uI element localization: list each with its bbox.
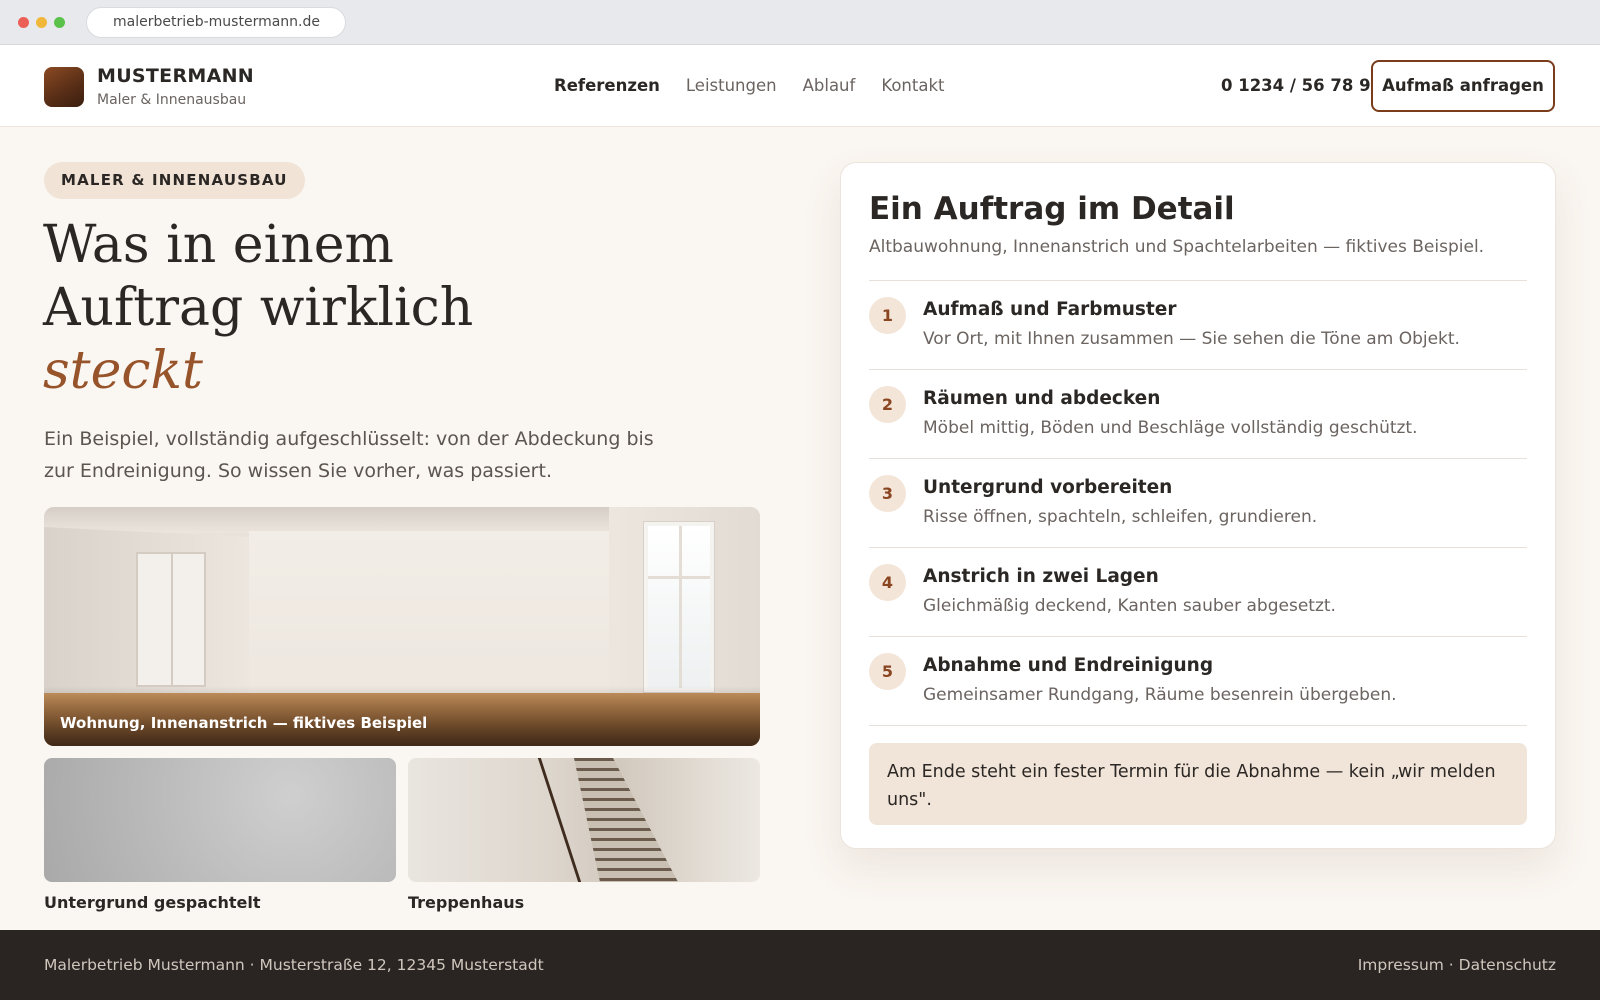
address-bar[interactable]: malerbetrieb-mustermann.de xyxy=(86,7,346,38)
browser-chrome: malerbetrieb-mustermann.de xyxy=(0,0,1600,45)
minimize-window-icon[interactable] xyxy=(36,17,47,28)
logo-icon[interactable] xyxy=(44,67,84,107)
main-photo-caption: Wohnung, Innenanstrich — fiktives Beispi… xyxy=(60,714,428,732)
hero-lede: Ein Beispiel, vollständig aufgeschlüssel… xyxy=(44,428,654,482)
category-pill: MALER & INNENAUSBAU xyxy=(44,162,305,199)
plaster-photo xyxy=(44,758,396,882)
card-subtitle: Altbauwohnung, Innenanstrich und Spachte… xyxy=(869,237,1485,257)
nav-item-referenzen[interactable]: Referenzen xyxy=(554,76,660,95)
close-window-icon[interactable] xyxy=(18,17,29,28)
room-door xyxy=(136,552,206,687)
impressum-link[interactable]: Impressum xyxy=(1358,956,1444,974)
step-item: 1 Aufmaß und Farbmuster Vor Ort, mit Ihn… xyxy=(869,281,1527,370)
project-detail-card: Ein Auftrag im Detail Altbauwohnung, Inn… xyxy=(840,162,1556,849)
main-project-photo: Wohnung, Innenanstrich — fiktives Beispi… xyxy=(44,507,760,746)
phone-number[interactable]: 0 1234 / 56 78 90 xyxy=(1221,76,1382,95)
stairwell-photo xyxy=(408,758,760,882)
step-item: 2 Räumen und abdecken Möbel mittig, Böde… xyxy=(869,370,1527,459)
headline-line-2: Auftrag wirklich xyxy=(43,278,474,338)
stairs-railing xyxy=(537,758,582,882)
footer-separator: · xyxy=(1443,956,1459,974)
step-number-badge: 2 xyxy=(869,386,906,423)
nav-item-kontakt[interactable]: Kontakt xyxy=(881,76,944,95)
step-title: Anstrich in zwei Lagen xyxy=(923,566,1159,587)
maximize-window-icon[interactable] xyxy=(54,17,65,28)
site-header: MUSTERMANN Maler & Innenausbau Referenze… xyxy=(0,45,1600,127)
step-title: Abnahme und Endreinigung xyxy=(923,655,1214,676)
step-number-badge: 4 xyxy=(869,564,906,601)
site-footer: Malerbetrieb Mustermann · Musterstraße 1… xyxy=(0,930,1600,1000)
headline-accent: steckt xyxy=(43,341,203,401)
step-description: Risse öffnen, spachteln, schleifen, grun… xyxy=(923,507,1318,527)
step-description: Möbel mittig, Böden und Beschläge vollst… xyxy=(923,418,1418,438)
footer-links: Impressum · Datenschutz xyxy=(1358,956,1556,974)
step-title: Räumen und abdecken xyxy=(923,388,1161,409)
brand-name[interactable]: MUSTERMANN xyxy=(97,65,254,87)
step-number-badge: 1 xyxy=(869,297,906,334)
step-number-badge: 3 xyxy=(869,475,906,512)
nav-item-ablauf[interactable]: Ablauf xyxy=(803,76,856,95)
closing-note: Am Ende steht ein fester Termin für die … xyxy=(869,743,1527,825)
datenschutz-link[interactable]: Datenschutz xyxy=(1459,956,1556,974)
step-item: 5 Abnahme und Endreinigung Gemeinsamer R… xyxy=(869,637,1527,726)
step-list: 1 Aufmaß und Farbmuster Vor Ort, mit Ihn… xyxy=(869,280,1527,726)
step-description: Gleichmäßig deckend, Kanten sauber abges… xyxy=(923,596,1336,616)
step-title: Aufmaß und Farbmuster xyxy=(923,299,1177,320)
step-description: Gemeinsamer Rundgang, Räume besenrein üb… xyxy=(923,685,1397,705)
room-wall-back xyxy=(249,531,609,693)
stairs-shape xyxy=(574,758,678,882)
main-nav: Referenzen Leistungen Ablauf Kontakt xyxy=(554,76,944,95)
step-number-badge: 5 xyxy=(869,653,906,690)
page-headline: Was in einem Auftrag wirklich steckt xyxy=(43,214,473,403)
step-item: 3 Untergrund vorbereiten Risse öffnen, s… xyxy=(869,459,1527,548)
step-item: 4 Anstrich in zwei Lagen Gleichmäßig dec… xyxy=(869,548,1527,637)
room-window xyxy=(644,522,714,692)
stairwell-photo-caption: Treppenhaus xyxy=(408,893,525,912)
nav-item-leistungen[interactable]: Leistungen xyxy=(686,76,777,95)
step-title: Untergrund vorbereiten xyxy=(923,477,1173,498)
headline-line-1: Was in einem xyxy=(43,215,394,275)
step-description: Vor Ort, mit Ihnen zusammen — Sie sehen … xyxy=(923,329,1460,349)
request-measurement-button[interactable]: Aufmaß anfragen xyxy=(1371,60,1555,112)
plaster-photo-caption: Untergrund gespachtelt xyxy=(44,893,261,912)
brand-tagline: Maler & Innenausbau xyxy=(97,92,247,108)
card-title: Ein Auftrag im Detail xyxy=(869,191,1235,227)
footer-address: Malerbetrieb Mustermann · Musterstraße 1… xyxy=(44,956,544,974)
